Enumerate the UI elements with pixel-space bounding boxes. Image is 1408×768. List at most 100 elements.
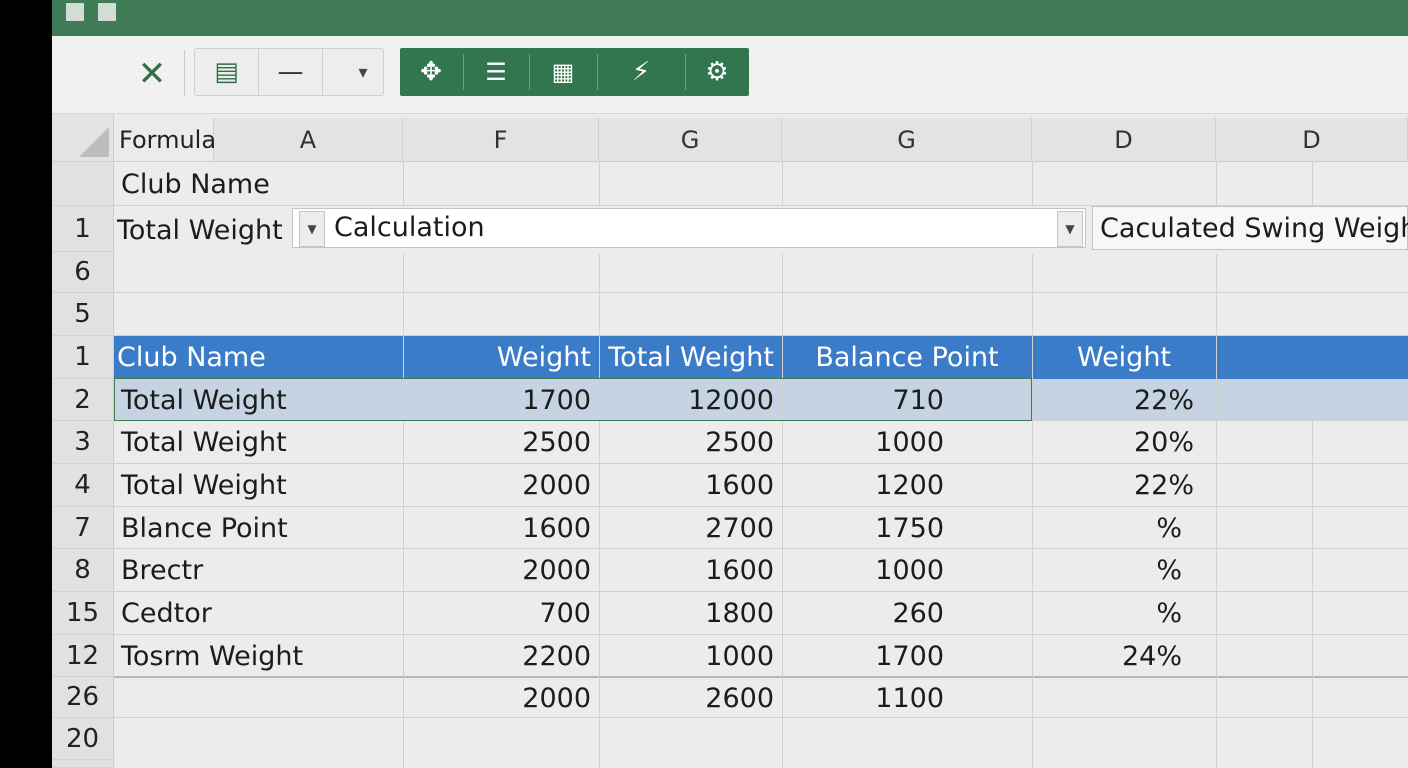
total-weight-label[interactable]: Total Weight bbox=[110, 209, 290, 251]
cell-total-weight[interactable]: 1800 bbox=[599, 592, 782, 634]
cell-balance-point[interactable]: 1750 bbox=[782, 507, 952, 549]
header-cell-weight-2[interactable]: Weight bbox=[1032, 336, 1216, 378]
row-header[interactable]: 12 bbox=[52, 635, 114, 677]
minus-icon[interactable]: — bbox=[259, 49, 323, 95]
row-header[interactable]: 2 bbox=[52, 379, 114, 421]
close-icon[interactable]: ✕ bbox=[132, 54, 172, 94]
cell-weight-percent[interactable]: 24% bbox=[1032, 635, 1190, 677]
swing-weight-field[interactable]: Caculated Swing Weight bbox=[1092, 206, 1408, 250]
cell-weight[interactable]: 2200 bbox=[403, 635, 599, 677]
column-header[interactable]: G bbox=[599, 118, 782, 162]
row-header[interactable]: 6 bbox=[52, 252, 114, 293]
cell-total-weight[interactable]: 12000 bbox=[599, 379, 782, 421]
window-button-2[interactable] bbox=[98, 3, 116, 21]
cell-weight-percent[interactable]: 20% bbox=[1032, 421, 1202, 463]
swing-weight-value: Caculated Swing Weight bbox=[1100, 212, 1408, 244]
cell-club-name[interactable]: Tosrm Weight bbox=[114, 635, 403, 677]
header-cell-balance-point[interactable]: Balance Point bbox=[782, 336, 1032, 378]
formula-label: Formula bbox=[114, 118, 216, 162]
select-all-corner[interactable] bbox=[52, 114, 114, 162]
toolbar-light-group: ▤ — ▾ bbox=[194, 48, 384, 96]
cell-total-weight[interactable]: 1000 bbox=[599, 635, 782, 677]
flash-icon[interactable]: ⚡ bbox=[598, 48, 684, 96]
cell-club-name[interactable]: Total Weight bbox=[114, 421, 403, 463]
chevron-down-icon[interactable]: ▼ bbox=[299, 211, 325, 247]
header-cell-club-name[interactable]: Club Name bbox=[110, 336, 399, 378]
cell-balance-point[interactable]: 710 bbox=[782, 379, 952, 421]
column-header[interactable]: G bbox=[782, 118, 1032, 162]
cell-total-weight[interactable] bbox=[599, 718, 782, 760]
cell-balance-point[interactable]: 1200 bbox=[782, 464, 952, 506]
table-header-row: Club Name Weight Total Weight Balance Po… bbox=[114, 336, 1408, 379]
cell-weight-percent[interactable]: % bbox=[1032, 592, 1190, 634]
document-icon[interactable]: ☰ bbox=[464, 48, 528, 96]
move-icon[interactable]: ✥ bbox=[400, 48, 462, 96]
dropdown-arrow-icon[interactable]: ▾ bbox=[345, 49, 381, 95]
header-cell-weight[interactable]: Weight bbox=[403, 336, 599, 378]
cell-balance-point[interactable]: 260 bbox=[782, 592, 952, 634]
window-button-1[interactable] bbox=[66, 3, 84, 21]
row-header-blank[interactable] bbox=[52, 162, 114, 206]
cell-club-name[interactable]: Total Weight bbox=[114, 464, 403, 506]
cell-weight[interactable]: 2000 bbox=[403, 549, 599, 591]
column-header[interactable]: D bbox=[1032, 118, 1216, 162]
row-header[interactable]: 15 bbox=[52, 592, 114, 635]
row-header[interactable]: 1 bbox=[52, 206, 114, 252]
gear-icon[interactable]: ⚙ bbox=[686, 48, 748, 96]
form-icon[interactable]: ▤ bbox=[195, 49, 259, 95]
cell-weight[interactable]: 2000 bbox=[403, 464, 599, 506]
column-header[interactable]: D bbox=[1216, 118, 1408, 162]
cell-weight-percent[interactable] bbox=[1032, 718, 1190, 760]
row-header[interactable]: 20 bbox=[52, 718, 114, 760]
spreadsheet-app: ✕ ▤ — ▾ ✥ ☰ ▦ ⚡ ⚙ Formula A F G G D D Cl… bbox=[52, 0, 1408, 768]
cell-total-weight[interactable]: 2600 bbox=[599, 677, 782, 719]
cell-weight[interactable] bbox=[403, 718, 599, 760]
cell-balance-point[interactable]: 1000 bbox=[782, 549, 952, 591]
club-name-label[interactable]: Club Name bbox=[114, 163, 403, 205]
row-header-partial[interactable] bbox=[52, 760, 114, 768]
cell-club-name[interactable] bbox=[114, 718, 403, 760]
cell-club-name[interactable]: Blance Point bbox=[114, 507, 403, 549]
card-icon[interactable]: ▦ bbox=[530, 48, 596, 96]
cell-weight[interactable]: 700 bbox=[403, 592, 599, 634]
cell-total-weight[interactable]: 2700 bbox=[599, 507, 782, 549]
chevron-down-icon[interactable]: ▼ bbox=[1057, 211, 1083, 247]
cell-weight-percent[interactable] bbox=[1032, 677, 1190, 719]
column-header[interactable]: A bbox=[214, 118, 403, 162]
spreadsheet-grid: Formula A F G G D D Club Name Weight Tot… bbox=[52, 114, 1408, 768]
calculation-value: Calculation bbox=[334, 211, 485, 243]
cell-club-name[interactable]: Total Weight bbox=[114, 379, 403, 421]
row-header[interactable]: 8 bbox=[52, 549, 114, 592]
cell-club-name[interactable]: Cedtor bbox=[114, 592, 403, 634]
row-header[interactable]: 3 bbox=[52, 421, 114, 464]
cell-weight-percent[interactable]: % bbox=[1032, 507, 1190, 549]
cell-weight[interactable]: 2000 bbox=[403, 677, 599, 719]
cell-total-weight[interactable]: 2500 bbox=[599, 421, 782, 463]
cell-total-weight[interactable]: 1600 bbox=[599, 549, 782, 591]
title-bar bbox=[52, 0, 1408, 36]
cell-club-name[interactable] bbox=[114, 677, 403, 719]
cell-balance-point[interactable] bbox=[782, 718, 952, 760]
row-header[interactable]: 1 bbox=[52, 336, 114, 379]
toolbar: ✕ ▤ — ▾ ✥ ☰ ▦ ⚡ ⚙ bbox=[52, 36, 1408, 114]
header-cell-total-weight[interactable]: Total Weight bbox=[599, 336, 782, 378]
cell-weight[interactable]: 2500 bbox=[403, 421, 599, 463]
row-header[interactable]: 7 bbox=[52, 507, 114, 549]
cell-weight-percent[interactable]: 22% bbox=[1032, 379, 1202, 421]
cell-weight[interactable]: 1600 bbox=[403, 507, 599, 549]
row-header[interactable]: 5 bbox=[52, 293, 114, 336]
cell-balance-point[interactable]: 1700 bbox=[782, 635, 952, 677]
toolbar-separator bbox=[184, 50, 185, 96]
calculation-dropdown[interactable]: ▼ Calculation ▼ bbox=[292, 208, 1086, 248]
cell-balance-point[interactable]: 1000 bbox=[782, 421, 952, 463]
cell-balance-point[interactable]: 1100 bbox=[782, 677, 952, 719]
cell-weight-percent[interactable]: 22% bbox=[1032, 464, 1202, 506]
cell-total-weight[interactable]: 1600 bbox=[599, 464, 782, 506]
cell-club-name[interactable]: Brectr bbox=[114, 549, 403, 591]
toolbar-green-group: ✥ ☰ ▦ ⚡ ⚙ bbox=[400, 48, 749, 96]
row-header[interactable]: 26 bbox=[52, 677, 114, 718]
column-header[interactable]: F bbox=[403, 118, 599, 162]
cell-weight[interactable]: 1700 bbox=[403, 379, 599, 421]
cell-weight-percent[interactable]: % bbox=[1032, 549, 1190, 591]
row-header[interactable]: 4 bbox=[52, 464, 114, 507]
